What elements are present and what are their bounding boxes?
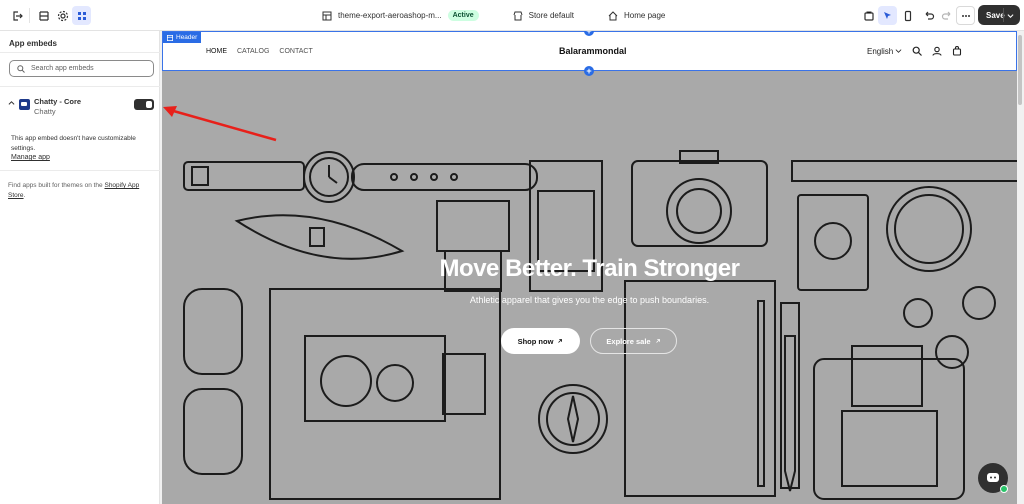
annotation-arrow	[163, 106, 277, 142]
